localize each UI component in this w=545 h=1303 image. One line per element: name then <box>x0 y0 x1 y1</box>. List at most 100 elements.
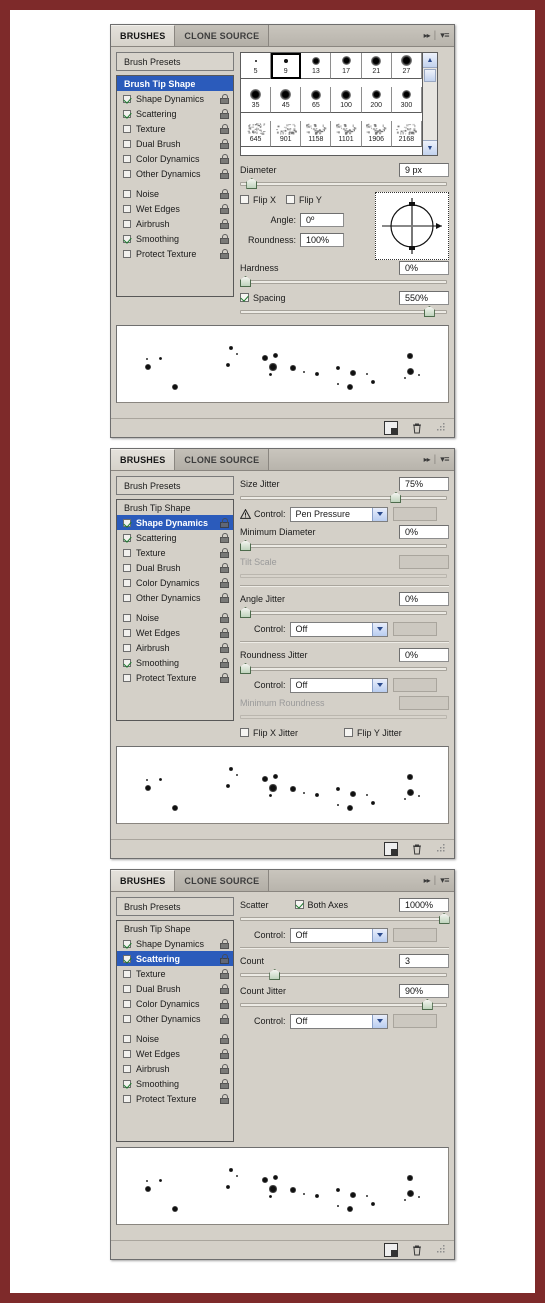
count-jitter-slider[interactable] <box>240 999 449 1010</box>
diameter-slider[interactable] <box>240 178 449 189</box>
lock-icon[interactable] <box>220 123 229 134</box>
lock-icon[interactable] <box>220 983 229 994</box>
lock-icon[interactable] <box>220 108 229 119</box>
resize-grip-icon[interactable] <box>436 843 448 855</box>
lock-icon[interactable] <box>220 1078 229 1089</box>
brush-presets-button[interactable]: Brush Presets <box>116 897 234 916</box>
option-dual-brush[interactable]: Dual Brush <box>117 136 233 151</box>
lock-icon[interactable] <box>220 672 229 683</box>
panel-menu-icon[interactable]: ▾≡ <box>440 30 449 41</box>
checkbox-icon[interactable] <box>123 593 131 602</box>
count-slider[interactable] <box>240 969 449 980</box>
lock-icon[interactable] <box>220 233 229 244</box>
tab-brushes[interactable]: BRUSHES <box>111 449 176 470</box>
lock-icon[interactable] <box>220 218 229 229</box>
slider-thumb[interactable] <box>240 276 251 287</box>
lock-icon[interactable] <box>220 562 229 573</box>
spacing-checkbox[interactable] <box>240 293 249 302</box>
count-control-blank-field[interactable] <box>392 1014 437 1028</box>
option-shape-dynamics[interactable]: Shape Dynamics <box>117 936 233 951</box>
lock-icon[interactable] <box>220 953 229 964</box>
brush-tip-cell[interactable]: 1158 <box>301 121 332 147</box>
angle-control-dropdown[interactable]: Off <box>289 621 388 637</box>
angle-control-blank-field[interactable] <box>392 622 437 636</box>
option-color-dynamics[interactable]: Color Dynamics <box>117 575 233 590</box>
option-shape-dynamics[interactable]: Shape Dynamics <box>117 91 233 106</box>
lock-icon[interactable] <box>220 642 229 653</box>
option-airbrush[interactable]: Airbrush <box>117 640 233 655</box>
checkbox-icon[interactable] <box>123 533 131 542</box>
scatter-control-blank-field[interactable] <box>392 928 437 942</box>
hardness-slider[interactable] <box>240 276 449 287</box>
checkbox-icon[interactable] <box>123 1064 131 1073</box>
lock-icon[interactable] <box>220 627 229 638</box>
option-protect-texture[interactable]: Protect Texture <box>117 246 233 261</box>
brush-tip-cell[interactable]: 1101 <box>331 121 362 147</box>
lock-icon[interactable] <box>220 203 229 214</box>
panel-menu-icon[interactable]: ▾≡ <box>440 454 449 465</box>
option-protect-texture[interactable]: Protect Texture <box>117 670 233 685</box>
tab-brushes[interactable]: BRUSHES <box>111 870 176 891</box>
option-noise[interactable]: Noise <box>117 610 233 625</box>
checkbox-icon[interactable] <box>123 613 131 622</box>
delete-brush-icon[interactable] <box>411 843 423 855</box>
option-texture[interactable]: Texture <box>117 966 233 981</box>
angle-value[interactable]: 0º <box>300 212 344 227</box>
brush-tip-cell[interactable]: 35 <box>241 87 272 113</box>
scroll-up-icon[interactable]: ▲ <box>423 53 437 68</box>
checkbox-icon[interactable] <box>123 219 131 228</box>
tab-clone-source[interactable]: CLONE SOURCE <box>175 25 270 46</box>
brush-tip-cell[interactable]: 13 <box>301 53 332 79</box>
checkbox-icon[interactable] <box>240 195 249 204</box>
checkbox-icon[interactable] <box>123 1034 131 1043</box>
collapse-double-arrow-icon[interactable]: ▸▸ <box>424 31 431 40</box>
chevron-down-icon[interactable] <box>371 1014 387 1028</box>
lock-icon[interactable] <box>220 547 229 558</box>
option-dual-brush[interactable]: Dual Brush <box>117 560 233 575</box>
checkbox-icon[interactable] <box>123 109 131 118</box>
option-brush-tip-shape[interactable]: Brush Tip Shape <box>117 500 233 515</box>
option-wet-edges[interactable]: Wet Edges <box>117 201 233 216</box>
option-noise[interactable]: Noise <box>117 186 233 201</box>
brush-tip-cell[interactable]: 9 <box>271 53 302 79</box>
checkbox-icon[interactable] <box>123 658 131 667</box>
flip-y-jitter-checkbox[interactable] <box>344 728 354 737</box>
brush-tip-cell[interactable]: 17 <box>331 53 362 79</box>
option-other-dynamics[interactable]: Other Dynamics <box>117 166 233 181</box>
size-jitter-slider[interactable] <box>240 492 449 503</box>
scrollbar-thumb[interactable] <box>424 69 436 82</box>
tab-clone-source[interactable]: CLONE SOURCE <box>175 449 270 470</box>
checkbox-icon[interactable] <box>123 139 131 148</box>
lock-icon[interactable] <box>220 1048 229 1059</box>
minimum-diameter-value[interactable]: 0% <box>399 524 449 539</box>
brush-presets-button[interactable]: Brush Presets <box>116 476 234 495</box>
option-airbrush[interactable]: Airbrush <box>117 216 233 231</box>
checkbox-icon[interactable] <box>123 234 131 243</box>
collapse-double-arrow-icon[interactable]: ▸▸ <box>424 876 431 885</box>
option-brush-tip-shape[interactable]: Brush Tip Shape <box>117 921 233 936</box>
lock-icon[interactable] <box>220 138 229 149</box>
lock-icon[interactable] <box>220 577 229 588</box>
checkbox-icon[interactable] <box>123 984 131 993</box>
option-dual-brush[interactable]: Dual Brush <box>117 981 233 996</box>
brush-tip-grid[interactable]: 5 9 13 17 21 27 35 45 65 100 200 300 645 901 1158 1101 1… <box>240 52 423 156</box>
slider-thumb[interactable] <box>438 913 450 924</box>
brush-tip-cell[interactable]: 45 <box>271 87 302 113</box>
lock-icon[interactable] <box>220 938 229 949</box>
lock-icon[interactable] <box>220 1093 229 1104</box>
option-other-dynamics[interactable]: Other Dynamics <box>117 590 233 605</box>
brush-tip-cell[interactable]: 300 <box>391 87 422 113</box>
lock-icon[interactable] <box>220 657 229 668</box>
new-brush-icon[interactable] <box>384 1243 398 1257</box>
chevron-down-icon[interactable] <box>371 507 387 521</box>
scatter-control-dropdown[interactable]: Off <box>289 927 388 943</box>
option-smoothing[interactable]: Smoothing <box>117 1076 233 1091</box>
resize-grip-icon[interactable] <box>436 422 448 434</box>
angle-roundness-widget[interactable] <box>375 192 449 260</box>
roundness-jitter-slider[interactable] <box>240 663 449 674</box>
checkbox-icon[interactable] <box>123 1014 131 1023</box>
roundness-control-blank-field[interactable] <box>392 678 437 692</box>
option-wet-edges[interactable]: Wet Edges <box>117 625 233 640</box>
checkbox-icon[interactable] <box>123 124 131 133</box>
roundness-control-dropdown[interactable]: Off <box>289 677 388 693</box>
